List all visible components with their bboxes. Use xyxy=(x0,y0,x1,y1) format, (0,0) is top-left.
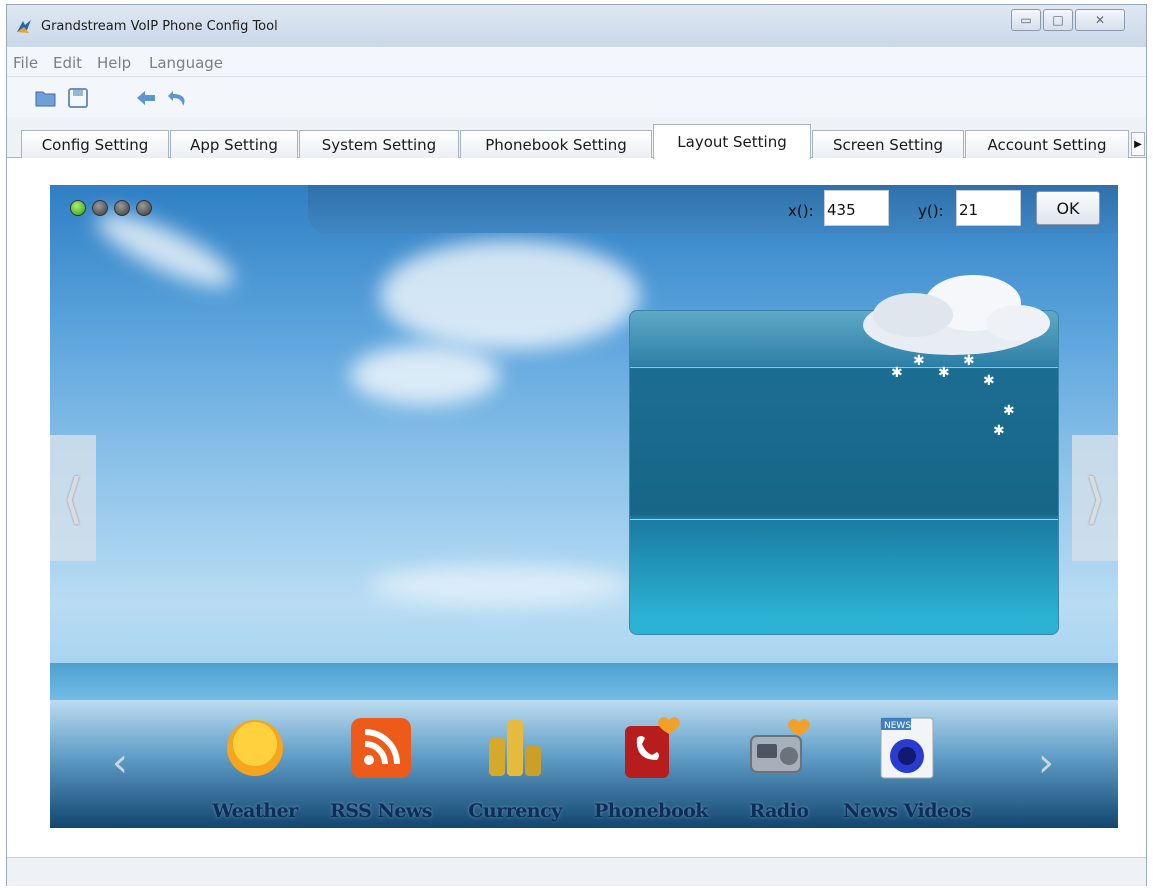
cloud-decoration xyxy=(380,240,640,350)
cloud-decoration xyxy=(370,565,630,605)
menu-edit[interactable]: Edit xyxy=(53,54,82,72)
app-label: Currency xyxy=(468,800,562,822)
toolbar xyxy=(7,77,1146,117)
tab-config-setting[interactable]: Config Setting xyxy=(21,130,169,158)
layout-editor-area: x(): 435 y(): 21 OK ⟨ ⟩ ✱ ✱ ✱ ✱ ✱ ✱ ✱ ‹ … xyxy=(7,158,1146,865)
dock-scroll-right-arrow[interactable]: › xyxy=(1038,740,1054,786)
title-bar[interactable]: Grandstream VoIP Phone Config Tool ▭ □ ✕ xyxy=(7,5,1146,47)
app-logo-icon xyxy=(17,20,31,33)
radio-icon xyxy=(750,719,810,773)
cloud-decoration xyxy=(88,200,242,300)
page-indicator-dot[interactable] xyxy=(114,200,130,216)
sun-icon xyxy=(227,720,283,776)
svg-text:✱: ✱ xyxy=(938,365,950,381)
svg-text:✱: ✱ xyxy=(963,353,975,369)
widget-divider xyxy=(630,519,1058,520)
app-currency[interactable]: Currency xyxy=(450,710,580,828)
dock-scroll-left-arrow[interactable]: ‹ xyxy=(112,740,128,786)
app-rss-news[interactable]: RSS News xyxy=(316,710,446,828)
app-news-videos[interactable]: NEWS News Videos xyxy=(842,710,972,828)
maximize-button[interactable]: □ xyxy=(1043,9,1073,31)
app-label: RSS News xyxy=(330,800,432,822)
status-bar xyxy=(7,857,1146,886)
tab-bar: Config Setting App Setting System Settin… xyxy=(7,122,1146,159)
svg-text:✱: ✱ xyxy=(993,423,1005,439)
cloud-decoration xyxy=(350,345,500,405)
main-window: Grandstream VoIP Phone Config Tool ▭ □ ✕… xyxy=(6,4,1147,886)
tab-layout-setting[interactable]: Layout Setting xyxy=(653,124,811,159)
tab-app-setting[interactable]: App Setting xyxy=(170,130,298,158)
tab-scroll-right-button[interactable]: ▶ xyxy=(1131,132,1145,156)
x-coordinate-label: x(): xyxy=(788,202,814,220)
y-coordinate-input[interactable]: 21 xyxy=(956,190,1021,226)
app-dock: ‹ › Weather RSS News Currency Phonebook … xyxy=(50,700,1118,828)
news-video-icon: NEWS xyxy=(880,717,934,779)
menu-help[interactable]: Help xyxy=(97,54,131,72)
minimize-button[interactable]: ▭ xyxy=(1011,9,1041,31)
page-indicator-dot[interactable] xyxy=(92,200,108,216)
snow-cloud-icon: ✱ ✱ ✱ ✱ ✱ ✱ ✱ xyxy=(863,275,1050,439)
next-page-arrow[interactable]: ⟩ xyxy=(1072,435,1118,561)
app-label: Phonebook xyxy=(594,800,708,822)
tab-system-setting[interactable]: System Setting xyxy=(299,130,459,158)
x-coordinate-input[interactable]: 435 xyxy=(824,190,889,226)
app-weather[interactable]: Weather xyxy=(190,710,320,828)
svg-text:✱: ✱ xyxy=(983,373,995,389)
open-folder-icon[interactable] xyxy=(35,87,57,109)
phonebook-icon xyxy=(625,717,680,778)
save-icon[interactable] xyxy=(67,87,89,109)
svg-text:✱: ✱ xyxy=(913,353,925,369)
app-label: Radio xyxy=(749,800,809,822)
menu-file[interactable]: File xyxy=(13,54,38,72)
menu-bar: File Edit Help Language xyxy=(7,47,1146,77)
page-indicator-dot[interactable] xyxy=(136,200,152,216)
close-button[interactable]: ✕ xyxy=(1075,9,1125,31)
svg-text:NEWS: NEWS xyxy=(884,721,911,731)
svg-text:✱: ✱ xyxy=(891,365,903,381)
app-phonebook[interactable]: Phonebook xyxy=(586,710,716,828)
app-radio[interactable]: Radio xyxy=(714,710,844,828)
menu-language[interactable]: Language xyxy=(149,54,223,72)
previous-page-arrow[interactable]: ⟨ xyxy=(50,435,96,561)
svg-text:✱: ✱ xyxy=(1003,403,1015,419)
page-indicator-dot-active[interactable] xyxy=(70,200,86,216)
tab-phonebook-setting[interactable]: Phonebook Setting xyxy=(460,130,652,158)
phone-screen-preview[interactable]: x(): 435 y(): 21 OK ⟨ ⟩ ✱ ✱ ✱ ✱ ✱ ✱ ✱ ‹ … xyxy=(50,185,1118,828)
app-label: Weather xyxy=(212,800,298,822)
back-arrow-icon[interactable] xyxy=(135,87,157,109)
coins-icon xyxy=(489,720,541,776)
undo-icon[interactable] xyxy=(167,87,189,109)
rss-icon xyxy=(351,718,411,778)
tab-screen-setting[interactable]: Screen Setting xyxy=(812,130,964,158)
app-label: News Videos xyxy=(843,800,972,822)
window-title: Grandstream VoIP Phone Config Tool xyxy=(41,19,278,34)
tab-account-setting[interactable]: Account Setting xyxy=(965,130,1129,158)
y-coordinate-label: y(): xyxy=(918,202,944,220)
ok-button[interactable]: OK xyxy=(1036,191,1100,225)
